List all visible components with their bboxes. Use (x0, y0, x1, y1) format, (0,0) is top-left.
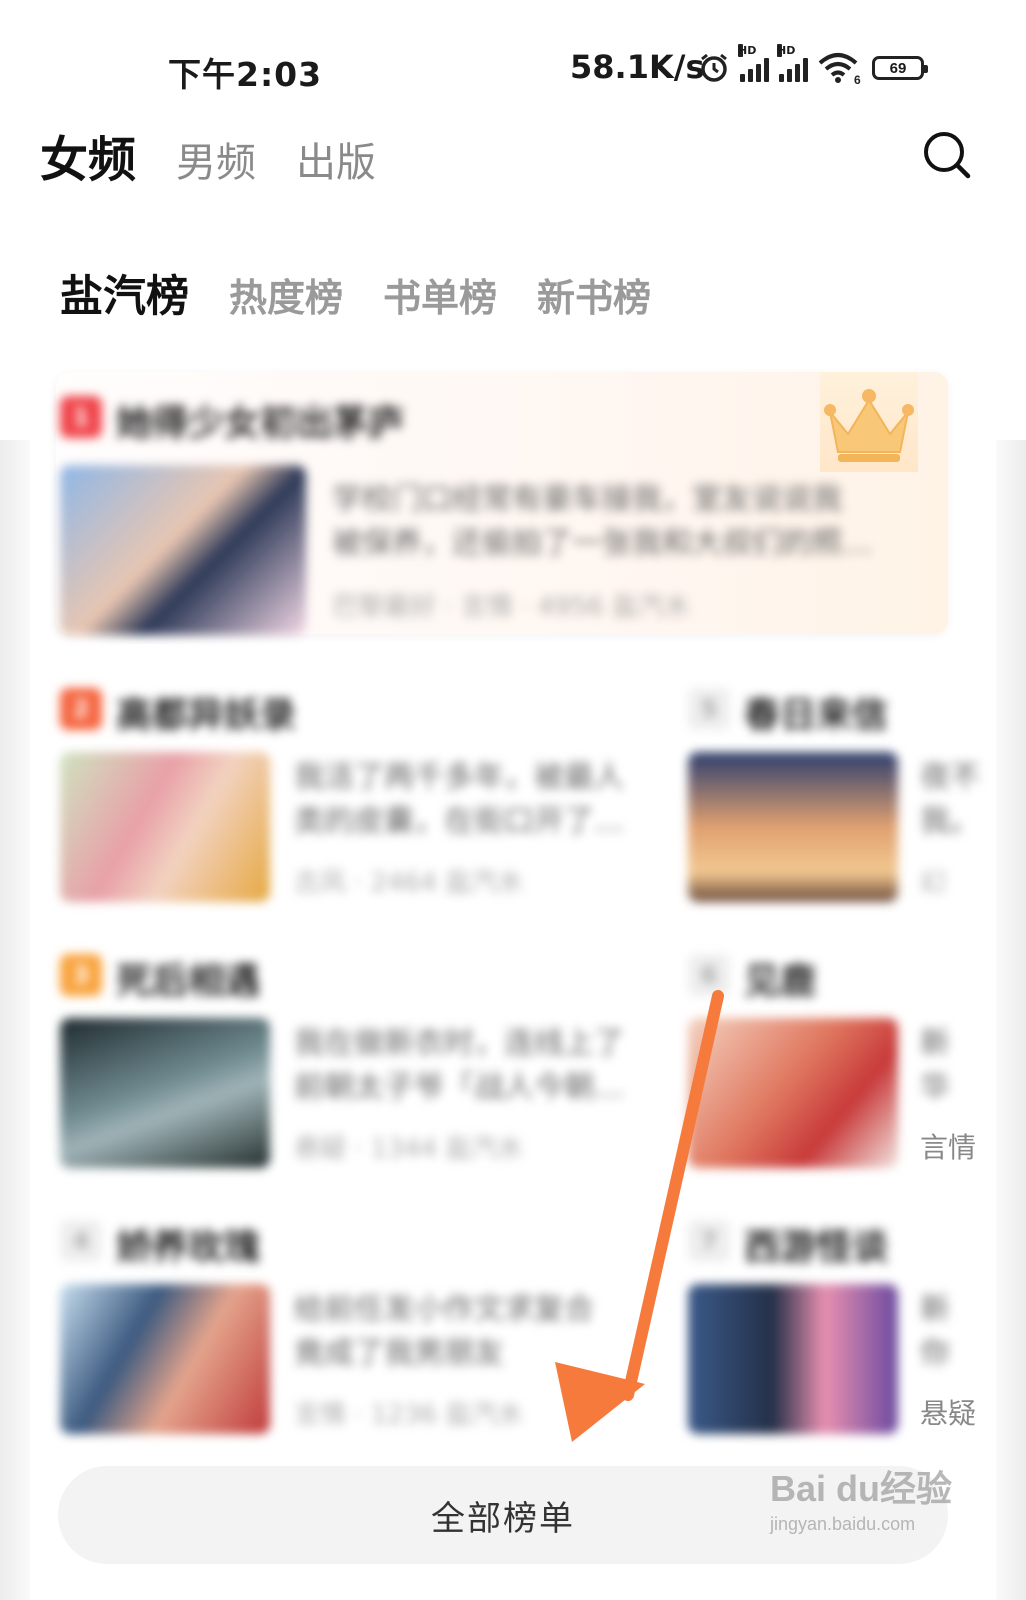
book-meta-5: 幻 (920, 868, 947, 898)
book-cover-2[interactable] (60, 752, 270, 902)
app-screen: 下午2:03 58.1K/s HD HD 6 69 女频 男频 出版 盐汽榜 热… (0, 0, 1026, 1600)
book-desc-7: 新你 (920, 1292, 950, 1371)
cell-signal-1-icon: HD (738, 44, 769, 82)
book-meta-4: 言情 · 1236 盐汽水 (294, 1400, 524, 1430)
cell-signal-2-icon: HD (777, 44, 808, 82)
book-title-2[interactable]: 高都异妖录 (116, 686, 296, 738)
book-desc-1: 学校门口经常有豪车接我，室友说说我 被保养，还偷拍了一张我和大叔们的照… (332, 482, 872, 561)
wifi-6-label: 6 (854, 73, 861, 85)
book-desc-6: 新华 (920, 1026, 950, 1105)
tab-soda-ranking[interactable]: 盐汽榜 (60, 262, 189, 328)
book-cover-4[interactable] (60, 1284, 270, 1434)
network-speed: 58.1K/s (570, 48, 705, 86)
rank-badge-1: 1 (60, 396, 102, 438)
wifi-icon: 6 (818, 53, 861, 85)
tab-hot-ranking[interactable]: 热度榜 (229, 267, 343, 322)
battery-icon: 69 (872, 56, 928, 80)
battery-level: 69 (889, 59, 907, 77)
book-title-3[interactable]: 死后相遇 (116, 952, 260, 1004)
book-title-4[interactable]: 娇养玫瑰 (116, 1218, 260, 1270)
book-title-6[interactable]: 见鹿 (744, 952, 816, 1004)
rank-badge-2: 2 (60, 688, 102, 730)
book-desc-4: 给前任发小作文求复合 竟成了我男朋友 (294, 1292, 594, 1371)
main-tab-bar: 女频 男频 出版 (40, 120, 376, 192)
book-title-5[interactable]: 春日来信 (744, 686, 888, 738)
tab-new-book-ranking[interactable]: 新书榜 (537, 267, 651, 322)
book-cover-1[interactable] (60, 465, 306, 635)
alarm-icon (701, 53, 727, 82)
tab-publishing[interactable]: 出版 (296, 130, 376, 188)
baidu-jingyan-watermark: Bai du经验 jingyan.baidu.com (770, 1460, 952, 1535)
status-time: 下午2:03 (168, 55, 323, 94)
book-cover-5[interactable] (688, 752, 898, 902)
book-meta-6: 言情 (920, 1131, 977, 1164)
book-title-7[interactable]: 西游怪谈 (744, 1218, 888, 1270)
rank-badge-7: 7 (688, 1220, 730, 1262)
book-meta-2: 古风 · 2464 盐汽水 (294, 868, 524, 898)
tab-booklist-ranking[interactable]: 书单榜 (383, 267, 497, 322)
book-title-1[interactable]: 她得少女初出茅庐 (116, 394, 404, 446)
tab-female[interactable]: 女频 (40, 120, 137, 192)
book-cover-6[interactable] (688, 1018, 898, 1168)
book-meta-3: 悬疑 · 1344 盐汽水 (294, 1134, 524, 1164)
book-cover-3[interactable] (60, 1018, 270, 1168)
rank-badge-3: 3 (60, 954, 102, 996)
book-desc-5: 夜不 我。 (920, 760, 980, 839)
watermark-url: jingyan.baidu.com (770, 1514, 916, 1534)
rank-badge-5: 5 (688, 688, 730, 730)
book-desc-2: 我活了两千多年，被最人 类的皮囊，在街口开了… (294, 760, 624, 839)
watermark-brand: Bai du经验 (770, 1468, 953, 1509)
ranking-tab-bar: 盐汽榜 热度榜 书单榜 新书榜 (60, 262, 651, 328)
tab-male[interactable]: 男频 (176, 130, 256, 188)
book-meta-1: 巴黎最好 · 言情 · 4956 盐汽水 (332, 592, 691, 622)
rank-badge-6: 6 (688, 954, 730, 996)
book-desc-3: 我在做新衣时，连线上了 前朝太子爷「战人今朝… (294, 1026, 624, 1105)
book-meta-7: 悬疑 (920, 1397, 977, 1430)
rank-badge-4: 4 (60, 1220, 102, 1262)
crown-icon (820, 372, 918, 472)
status-icons: HD HD 6 69 (698, 44, 928, 86)
book-cover-7[interactable] (688, 1284, 898, 1434)
search-icon[interactable] (922, 130, 972, 180)
